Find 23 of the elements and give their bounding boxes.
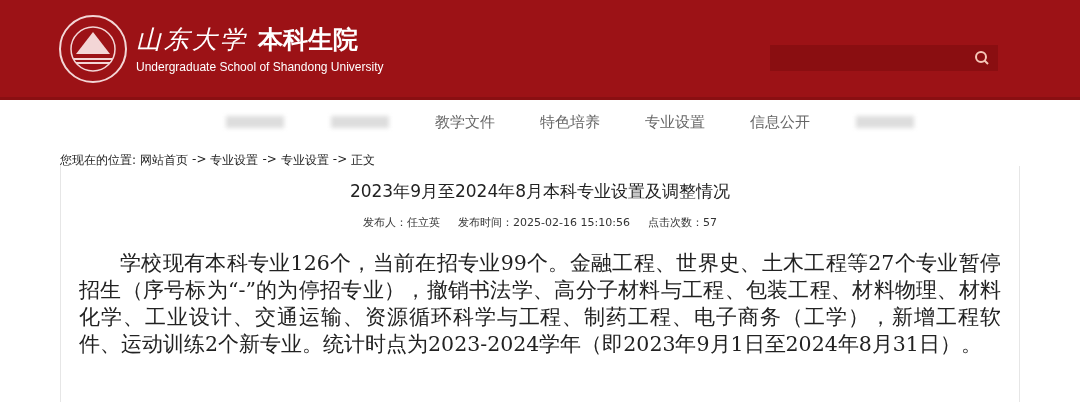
nav-link[interactable]: 信息公开 — [727, 112, 833, 132]
nav-link[interactable]: 特色培养 — [517, 112, 623, 132]
nav-link[interactable]: 专业设置 — [622, 112, 728, 132]
breadcrumb-separator: -> — [332, 152, 348, 166]
article-meta: 点击次数：57 — [647, 215, 717, 230]
article-meta: 发布人：任立英 — [363, 215, 441, 230]
breadcrumb-current: 正文 — [351, 152, 376, 166]
breadcrumb-link[interactable]: 专业设置 — [210, 152, 259, 166]
nav-link[interactable]: 教学文件 — [412, 112, 518, 132]
site-subtitle: Undergraduate School of Shandong University — [136, 60, 384, 74]
site-title: 本科生院 — [258, 24, 358, 56]
article-meta: 发布时间：2025-02-16 15:10:56 — [458, 215, 630, 230]
search-field[interactable] — [770, 44, 998, 71]
article-title: 2023年9月至2024年8月本科专业设置及调整情况 — [348, 180, 732, 203]
breadcrumb-separator: -> — [192, 152, 207, 166]
university-seal-icon — [58, 13, 128, 84]
breadcrumb-separator: -> — [262, 152, 277, 166]
university-name-logo: 山东大学 — [136, 24, 248, 56]
search-icon[interactable] — [974, 49, 990, 66]
article-paragraph: 学校现有本科专业126个，当前在招专业99个。金融工程、世界史、土木工程等27个专业暂停招生（序号标为“-”的为停招专业），撤销书法学、高分子材料与工程、包装工程、材料物理、材料化学、工业设计、交通运输、资源循环科学与工程、制药工程、电子商务（工学），新增工程软件、运动训练2个新专业。统计时点为2023-2024学年（即2023年9月1日至2024年8月31日）。 — [79, 250, 1001, 358]
breadcrumb-label: 您现在的位置: — [60, 152, 137, 166]
breadcrumb-link[interactable]: 专业设置 — [280, 152, 329, 166]
breadcrumb-link[interactable]: 网站首页 — [140, 152, 189, 166]
